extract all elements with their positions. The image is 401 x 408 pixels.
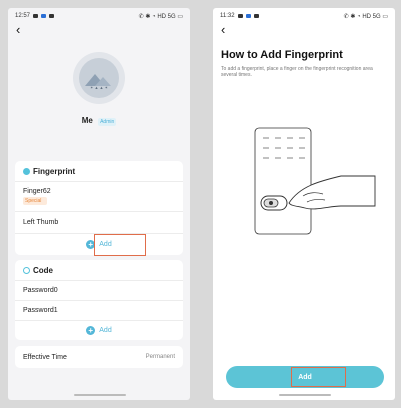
notification-icon	[33, 14, 39, 18]
status-bar: 12:57 ✆ ✱ ◔ HD 5G ▭	[8, 8, 190, 24]
message-icon	[49, 14, 55, 18]
avatar-caption: ✶ ▲ ▲ ✶	[90, 85, 108, 90]
fingerprint-name: Finger62	[23, 188, 51, 195]
highlight-box	[291, 367, 346, 387]
back-arrow-icon: ‹	[16, 22, 21, 37]
add-fingerprint-button[interactable]: + Add	[15, 233, 183, 256]
back-button[interactable]: ‹	[8, 22, 190, 38]
avatar[interactable]: ✶ ▲ ▲ ✶	[73, 52, 125, 104]
list-item-fingerprint[interactable]: Left Thumb	[15, 211, 183, 233]
code-name: Password0	[23, 287, 58, 294]
app-notification-icon	[245, 14, 251, 18]
page-description: To add a fingerprint, place a finger on …	[221, 66, 373, 78]
back-arrow-icon: ‹	[221, 22, 226, 37]
notification-icon	[237, 14, 243, 18]
message-icon	[253, 14, 259, 18]
highlight-box	[94, 234, 146, 256]
code-section-header: Code	[15, 260, 183, 280]
user-name: Me	[81, 116, 93, 125]
status-icons: ✆ ✱ ◔ HD 5G ▭	[343, 13, 388, 20]
gesture-bar	[279, 394, 331, 396]
list-item-code[interactable]: Password0	[15, 280, 183, 300]
user-name-row: Me Admin	[8, 116, 190, 126]
add-code-button[interactable]: + Add	[15, 320, 183, 340]
effective-time-label: Effective Time	[23, 353, 67, 361]
code-card: Code Password0 Password1 + Add	[15, 260, 183, 340]
status-time: 11:32	[220, 13, 235, 19]
fingerprint-icon	[23, 167, 30, 175]
effective-time-row[interactable]: Effective Time Permanent	[15, 346, 183, 368]
fingerprint-section-header: Fingerprint	[15, 161, 183, 181]
gesture-bar	[74, 394, 126, 396]
list-item-code[interactable]: Password1	[15, 300, 183, 320]
add-code-label: Add	[99, 327, 112, 334]
status-time: 12:57	[15, 13, 31, 19]
right-screen: 11:32 ✆ ✱ ◔ HD 5G ▭ ‹ How to Add Fingerp…	[213, 8, 395, 400]
code-section-title: Code	[33, 265, 53, 275]
list-item-fingerprint[interactable]: Finger62 Special	[15, 181, 183, 211]
page-title: How to Add Fingerprint	[221, 49, 343, 61]
plus-circle-icon: +	[86, 326, 96, 335]
code-icon	[23, 266, 30, 274]
effective-time-value: Permanent	[145, 354, 175, 360]
fingerprint-lock-illustration-icon	[254, 127, 376, 235]
special-tag: Special	[23, 197, 47, 205]
app-notification-icon	[41, 14, 47, 18]
code-name: Password1	[23, 307, 58, 314]
fingerprint-card: Fingerprint Finger62 Special Left Thumb …	[15, 161, 183, 256]
status-icons: ✆ ✱ ◔ HD 5G ▭	[138, 13, 183, 20]
status-bar: 11:32 ✆ ✱ ◔ HD 5G ▭	[213, 8, 395, 24]
left-screen: 12:57 ✆ ✱ ◔ HD 5G ▭ ‹ ✶ ▲ ▲ ✶ Me Admin F…	[8, 8, 190, 400]
fingerprint-section-title: Fingerprint	[33, 166, 76, 176]
fingerprint-name: Left Thumb	[23, 219, 59, 226]
avatar-image-icon: ✶ ▲ ▲ ✶	[79, 58, 119, 98]
add-button[interactable]: Add	[226, 366, 384, 388]
role-badge: Admin	[98, 118, 117, 126]
back-button[interactable]: ‹	[213, 22, 395, 38]
